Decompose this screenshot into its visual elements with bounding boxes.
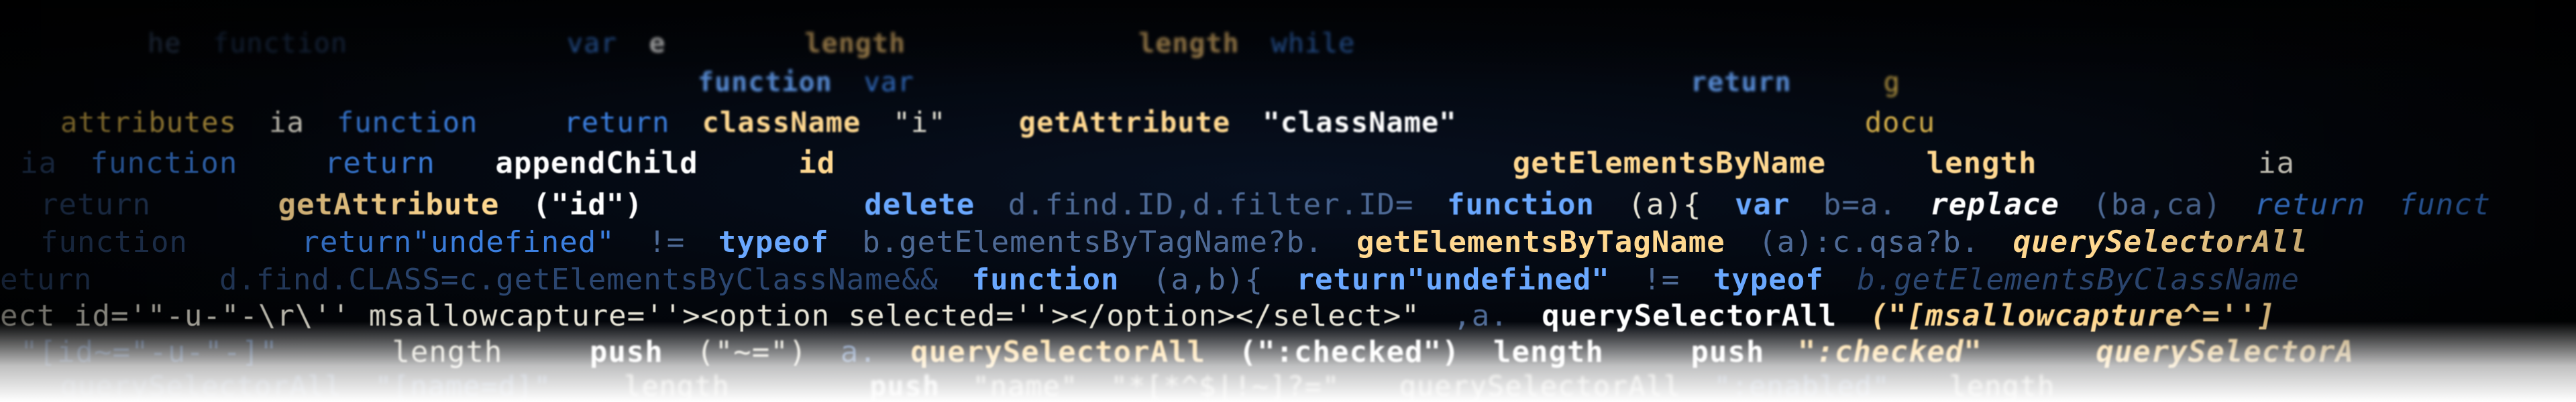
code-token: ect id='"-u-"-\r\'' msallowcapture=''><o… <box>0 299 1420 333</box>
code-token: ":checked" <box>1797 335 1982 369</box>
code-token: id <box>798 146 836 180</box>
code-line-7: eturn d.find.CLASS=c.getElementsByClassN… <box>0 263 2314 297</box>
code-token: function <box>337 106 478 139</box>
code-line-3: attributes ia function return className … <box>60 106 1950 139</box>
code-token: querySelectorAll <box>910 335 1206 369</box>
code-token: var <box>567 28 618 59</box>
code-token: var <box>1734 188 1790 222</box>
code-line-2: function var return g <box>698 67 1915 98</box>
code-token: getAttribute <box>278 188 500 222</box>
code-token: querySelectorA <box>2096 335 2355 369</box>
code-token: push <box>1690 335 1765 369</box>
code-token: length <box>392 335 503 369</box>
code-token: (":checked") <box>1238 335 1460 369</box>
code-token: ("id") <box>532 188 643 222</box>
code-token: var <box>863 67 914 98</box>
code-token: push <box>589 335 663 369</box>
code-token: ("[msallowcapture^=''] <box>1870 299 2276 333</box>
code-token: return <box>1690 67 1792 98</box>
code-token: ,a. <box>1453 299 1509 333</box>
code-token: "i" <box>893 106 947 139</box>
code-token: "className" <box>1263 106 1457 139</box>
code-token: return <box>40 188 151 222</box>
code-token: replace <box>1930 188 2059 222</box>
code-token: (a){ <box>1627 188 1702 222</box>
code-token: "*[*^$|!~]?=" <box>1110 370 1340 402</box>
code-token: b.getElementsByTagName?b. <box>862 225 1324 259</box>
code-token: return <box>324 146 435 180</box>
code-token: length <box>624 370 730 402</box>
code-token: return <box>2255 188 2366 222</box>
code-token: ia <box>269 106 305 139</box>
code-token: length <box>804 28 906 59</box>
code-token: length <box>1949 370 2055 402</box>
code-screen-photo: he function var e length length while fu… <box>0 0 2576 402</box>
code-token: return"undefined" <box>1296 263 1610 297</box>
code-token: length <box>1138 28 1240 59</box>
code-line-4: ia function return appendChild id getEle… <box>20 146 2310 180</box>
code-token: delete <box>864 188 975 222</box>
code-line-8: ect id='"-u-"-\r\'' msallowcapture=''><o… <box>0 299 2290 333</box>
code-token: length <box>1493 335 1604 369</box>
code-token: docu <box>1864 106 1936 139</box>
code-token: ("~=") <box>696 335 808 369</box>
code-token: push <box>869 370 941 402</box>
code-token: a. <box>840 335 877 369</box>
code-token: ia <box>2258 146 2296 180</box>
code-line-1: he function var e length length while <box>148 28 1370 59</box>
code-token: function <box>971 263 1120 297</box>
code-token: attributes <box>60 106 237 139</box>
code-token: (a):c.qsa?b. <box>1758 225 1980 259</box>
code-token: querySelectorAll <box>1542 299 1837 333</box>
code-token: return"undefined" <box>301 225 615 259</box>
code-token: getElementsByName <box>1512 146 1827 180</box>
code-token: e <box>649 28 666 59</box>
code-line-9: "[id~="-u-"-]" length push ("~=") a. que… <box>20 335 2369 369</box>
code-line-10: querySelectorAll "[name=d]" length push … <box>60 370 2070 402</box>
code-token: className <box>702 106 861 139</box>
code-token: querySelectorAll <box>60 370 343 402</box>
code-token: length <box>1926 146 2037 180</box>
code-token: eturn <box>0 263 93 297</box>
code-token: typeof <box>1713 263 1824 297</box>
code-token: querySelectorAll <box>1399 370 1682 402</box>
code-token: b.getElementsByClassName <box>1857 263 2300 297</box>
code-token: function <box>40 225 188 259</box>
code-token: getAttribute <box>1018 106 1231 139</box>
code-token: "[id~="-u-"-]" <box>20 335 278 369</box>
code-token: return <box>564 106 670 139</box>
code-token: function <box>90 146 238 180</box>
code-token: typeof <box>718 225 829 259</box>
code-token: != <box>1643 263 1680 297</box>
code-token: d.find.CLASS=c.getElementsByClassName&& <box>219 263 939 297</box>
code-line-6: function return"undefined" != typeof b.g… <box>40 225 2323 259</box>
code-line-5: return getAttribute ("id") delete d.find… <box>40 188 2506 222</box>
code-token: d.find.ID,d.filter.ID= <box>1008 188 1414 222</box>
code-token: appendChild <box>495 146 698 180</box>
code-token: while <box>1271 28 1356 59</box>
code-token: "name" <box>972 370 1079 402</box>
code-token: ia <box>20 146 57 180</box>
code-token: "[name=d]" <box>374 370 551 402</box>
code-token: function <box>698 67 833 98</box>
code-token: funct <box>2398 188 2491 222</box>
code-token: b=a. <box>1823 188 1897 222</box>
code-token: function <box>213 28 347 59</box>
code-token: function <box>1447 188 1595 222</box>
code-token: getElementsByTagName <box>1356 225 1725 259</box>
code-token: he <box>148 28 182 59</box>
code-token: != <box>648 225 686 259</box>
code-token: (ba,ca) <box>2092 188 2222 222</box>
code-token: (a,b){ <box>1152 263 1263 297</box>
code-token: g <box>1883 67 1900 98</box>
code-token: ":enabled" <box>1713 370 1890 402</box>
code-token: querySelectorAll <box>2012 225 2308 259</box>
